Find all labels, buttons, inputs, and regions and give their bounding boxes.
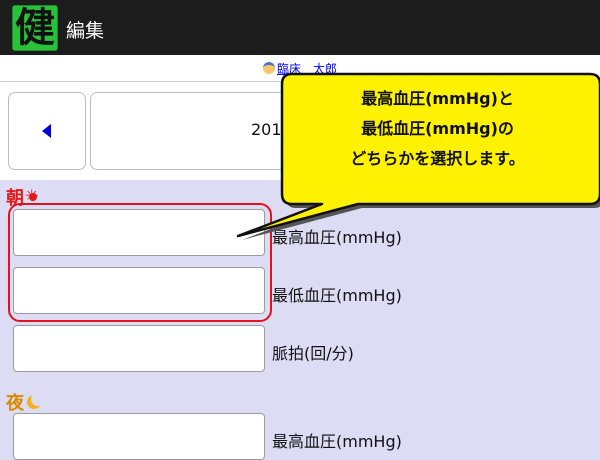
morning-systolic-label: 最高血圧(mmHg) xyxy=(272,228,402,247)
callout-line: 最高血圧(mmHg)と xyxy=(361,89,514,108)
night-systolic-input[interactable] xyxy=(13,413,265,460)
callout-text: 最高血圧(mmHg)と 最低血圧(mmHg)の どちらかを選択します。 xyxy=(290,84,585,174)
prev-arrow-icon xyxy=(42,124,51,138)
previous-day-button[interactable] xyxy=(8,92,86,170)
morning-diastolic-label: 最低血圧(mmHg) xyxy=(272,286,402,305)
user-avatar-icon xyxy=(262,62,275,74)
night-title-text: 夜 xyxy=(6,393,24,414)
night-systolic-label: 最高血圧(mmHg) xyxy=(272,432,402,451)
app-icon[interactable]: 健 xyxy=(12,5,58,51)
highlight-frame xyxy=(8,203,272,322)
callout-line: 最低血圧(mmHg)の xyxy=(361,119,514,138)
moon-icon xyxy=(26,394,42,410)
morning-pulse-input[interactable] xyxy=(13,325,265,372)
user-bar: 臨床 太郎 xyxy=(0,55,600,82)
night-section-title: 夜 xyxy=(6,389,42,415)
user-name-link[interactable]: 臨床 太郎 xyxy=(277,62,337,76)
callout-line: どちらかを選択します。 xyxy=(350,149,525,168)
app-title: 編集 xyxy=(66,20,105,42)
morning-pulse-label: 脈拍(回/分) xyxy=(272,344,354,363)
app-bar: 健 編集 xyxy=(0,0,600,55)
date-text: 201 xyxy=(251,120,282,139)
